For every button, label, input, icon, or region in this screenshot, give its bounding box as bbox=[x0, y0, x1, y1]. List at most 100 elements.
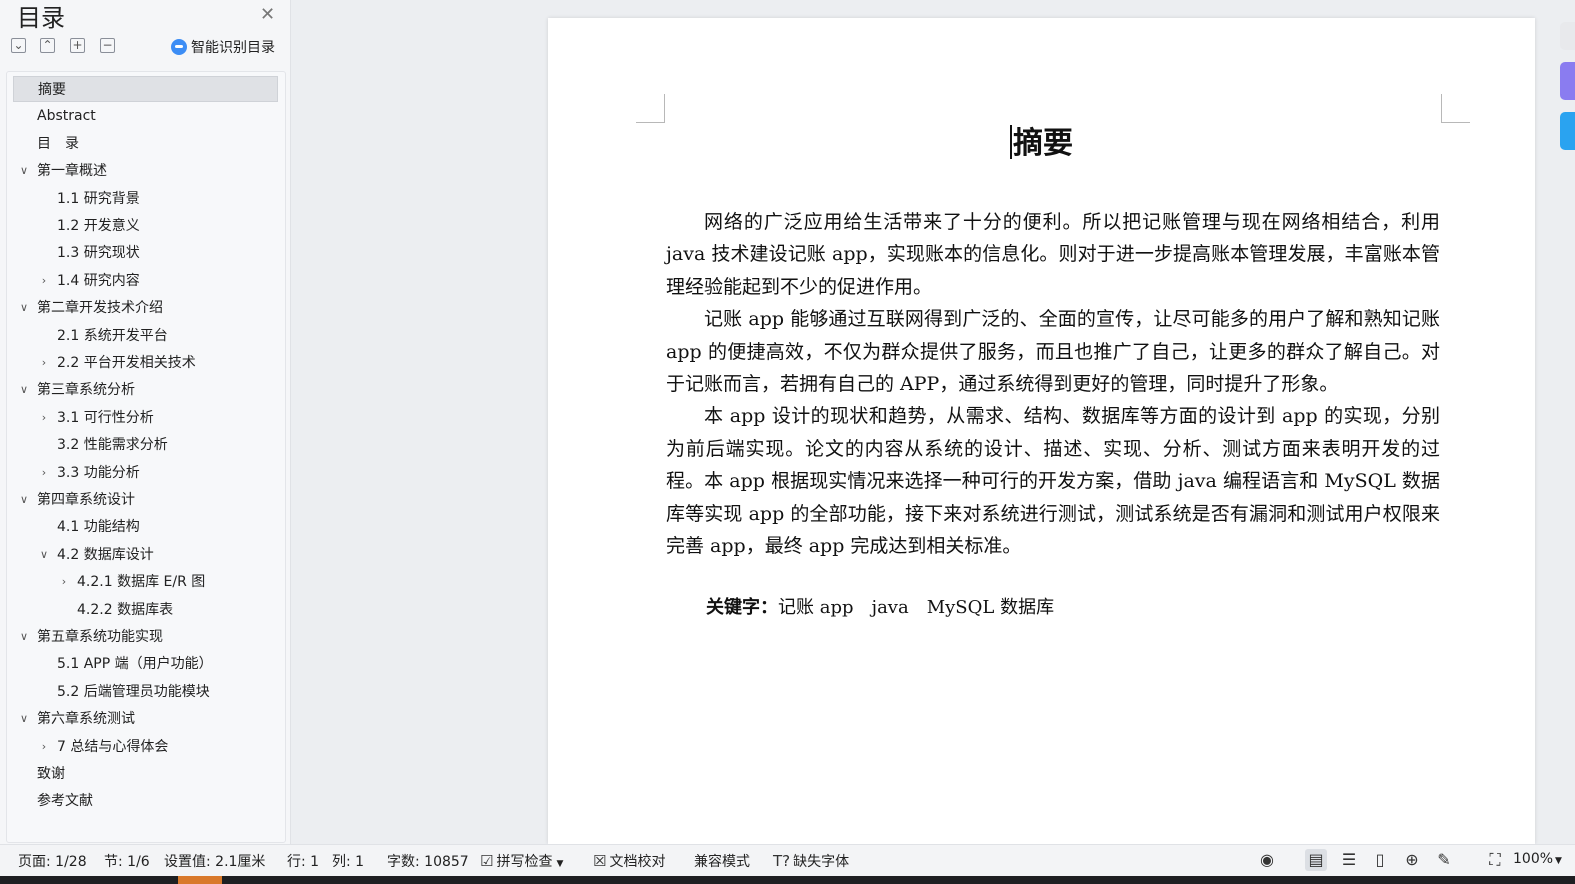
toc-item-label: 7 总结与心得体会 bbox=[57, 738, 169, 755]
toc-item-label: 2.2 平台开发相关技术 bbox=[57, 355, 196, 371]
proofread-button[interactable]: ☒ 文档校对 bbox=[593, 851, 665, 871]
toc-item[interactable]: ∨ 第一章概述 bbox=[13, 158, 278, 184]
page-indicator[interactable]: 页面: 1/28 bbox=[18, 851, 87, 871]
toc-item-label: Abstract bbox=[37, 108, 96, 125]
toc-item[interactable]: ∨ 第五章系统功能实现 bbox=[13, 624, 278, 650]
smart-toc-label: 智能识别目录 bbox=[191, 40, 275, 56]
toc-panel: 目录 ✕ ⌄ ⌃ + − 智能识别目录 摘要 Abstract 目 录 ∨ 第一章概述 1… bbox=[0, 0, 291, 844]
toc-item-label: 5.2 后端管理员功能模块 bbox=[57, 683, 210, 700]
toc-item[interactable]: 1.1 研究背景 bbox=[13, 186, 278, 212]
eye-icon[interactable]: ◉ bbox=[1256, 849, 1278, 871]
spell-check-button[interactable]: ☑ 拼写检查 ▼ bbox=[480, 851, 563, 871]
toc-item[interactable]: 3.2 性能需求分析 bbox=[13, 432, 278, 458]
missing-fonts-label: 缺失字体 bbox=[793, 854, 850, 870]
toc-item-label: 2.1 系统开发平台 bbox=[57, 327, 168, 344]
toc-item[interactable]: 5.2 后端管理员功能模块 bbox=[13, 679, 278, 705]
chevron-right-icon[interactable]: › bbox=[37, 734, 51, 760]
reading-view-icon[interactable]: ▯ bbox=[1369, 849, 1391, 871]
plus-icon[interactable]: + bbox=[70, 38, 85, 53]
close-icon[interactable]: ✕ bbox=[260, 4, 275, 25]
zoom-level-value: 100% bbox=[1513, 851, 1554, 867]
body-paragraph: 本 app 设计的现状和趋势，从需求、结构、数据库等方面的设计到 app 的实现… bbox=[666, 405, 1440, 558]
toc-item-label: 3.3 功能分析 bbox=[57, 464, 140, 481]
toc-item[interactable]: 致谢 bbox=[13, 761, 278, 787]
setting-indicator[interactable]: 设置值: 2.1厘米 bbox=[164, 851, 265, 871]
toc-item[interactable]: 2.1 系统开发平台 bbox=[13, 323, 278, 349]
toc-item-label: 1.4 研究内容 bbox=[57, 272, 140, 289]
chevron-down-icon[interactable]: ∨ bbox=[17, 487, 31, 513]
toc-item[interactable]: ∨ 第六章系统测试 bbox=[13, 706, 278, 732]
chevron-right-icon[interactable]: › bbox=[37, 268, 51, 294]
body-paragraph: 记账 app 能够通过互联网得到广泛的、全面的宣传，让尽可能多的用户了解和熟知记… bbox=[666, 308, 1440, 396]
compat-mode-label[interactable]: 兼容模式 bbox=[694, 851, 750, 871]
pen-icon[interactable]: ✎ bbox=[1433, 849, 1455, 871]
side-tab-purple[interactable] bbox=[1560, 62, 1575, 100]
toc-item[interactable]: › 2.2 平台开发相关技术 bbox=[13, 350, 278, 376]
toc-item-label: 3.1 可行性分析 bbox=[57, 409, 154, 426]
toc-item-label: 第一章概述 bbox=[37, 163, 107, 180]
proofread-label: 文档校对 bbox=[609, 854, 666, 870]
web-view-icon[interactable]: ⊕ bbox=[1401, 849, 1423, 871]
minus-icon[interactable]: − bbox=[100, 38, 115, 53]
chevron-right-icon[interactable]: › bbox=[57, 569, 71, 595]
chevron-down-icon[interactable]: ∨ bbox=[37, 542, 51, 568]
body-paragraph: 网络的广泛应用给生活带来了十分的便利。所以把记账管理与现在网络相结合，利用jav… bbox=[666, 211, 1440, 298]
chevron-right-icon[interactable]: › bbox=[37, 460, 51, 486]
keywords-label: 关键字： bbox=[706, 597, 778, 618]
toc-item[interactable]: ∨ 第四章系统设计 bbox=[13, 487, 278, 513]
toc-item-label: 摘要 bbox=[38, 82, 66, 98]
toc-item[interactable]: Abstract bbox=[13, 103, 278, 129]
chevron-down-icon: ▼ bbox=[1555, 856, 1562, 866]
side-tab-blue[interactable] bbox=[1560, 112, 1575, 150]
chevron-down-icon[interactable]: ∨ bbox=[17, 377, 31, 403]
document-page[interactable]: 摘要 网络的广泛应用给生活带来了十分的便利。所以把记账管理与现在网络相结合，利用… bbox=[548, 18, 1535, 844]
toc-item[interactable]: › 7 总结与心得体会 bbox=[13, 734, 278, 760]
chevron-down-icon[interactable]: ∨ bbox=[17, 706, 31, 732]
row-indicator: 行: 1 bbox=[287, 854, 320, 870]
chevron-down-icon[interactable]: ∨ bbox=[17, 295, 31, 321]
word-count[interactable]: 字数: 10857 bbox=[387, 851, 469, 871]
toc-item-label: 4.1 功能结构 bbox=[57, 519, 140, 536]
chevron-down-icon[interactable]: ∨ bbox=[17, 624, 31, 650]
font-missing-icon: T? bbox=[773, 852, 791, 870]
toc-item[interactable]: 参考文献 bbox=[13, 788, 278, 814]
toc-item[interactable]: ∨ 第二章开发技术介绍 bbox=[13, 295, 278, 321]
expand-all-icon[interactable]: ⌄ bbox=[11, 38, 26, 53]
toc-item[interactable]: 目 录 bbox=[13, 131, 278, 157]
chevron-right-icon[interactable]: › bbox=[37, 405, 51, 431]
zoom-level[interactable]: 100% ▼ bbox=[1513, 851, 1562, 867]
toc-item[interactable]: 4.1 功能结构 bbox=[13, 514, 278, 540]
smart-toc-button[interactable]: 智能识别目录 bbox=[171, 37, 275, 57]
toc-item[interactable]: › 4.2.1 数据库 E/R 图 bbox=[13, 569, 278, 595]
toc-item[interactable]: 5.1 APP 端（用户功能） bbox=[13, 651, 278, 677]
fit-page-icon[interactable]: ⛶ bbox=[1484, 849, 1506, 871]
proofread-icon: ☒ bbox=[593, 852, 607, 870]
toc-item-label: 致谢 bbox=[37, 766, 65, 782]
toc-item-label: 3.2 性能需求分析 bbox=[57, 437, 168, 454]
collapse-all-icon[interactable]: ⌃ bbox=[40, 38, 55, 53]
taskbar-accent bbox=[178, 876, 222, 884]
toc-item[interactable]: › 3.1 可行性分析 bbox=[13, 405, 278, 431]
document-heading: 摘要 bbox=[548, 118, 1535, 162]
toc-item[interactable]: 摘要 bbox=[13, 76, 278, 102]
section-indicator[interactable]: 节: 1/6 bbox=[104, 851, 150, 871]
toc-item[interactable]: 1.2 开发意义 bbox=[13, 213, 278, 239]
page-view-icon[interactable]: ▤ bbox=[1305, 849, 1327, 871]
toc-item[interactable]: 1.3 研究现状 bbox=[13, 240, 278, 266]
toc-item-label: 第四章系统设计 bbox=[37, 492, 135, 508]
toc-item[interactable]: › 1.4 研究内容 bbox=[13, 268, 278, 294]
toc-item[interactable]: ∨ 4.2 数据库设计 bbox=[13, 542, 278, 568]
chevron-down-icon[interactable]: ∨ bbox=[17, 158, 31, 184]
document-body[interactable]: 网络的广泛应用给生活带来了十分的便利。所以把记账管理与现在网络相结合，利用jav… bbox=[666, 206, 1440, 562]
side-panel-toggle[interactable] bbox=[1560, 22, 1575, 50]
missing-fonts-button[interactable]: T? 缺失字体 bbox=[773, 851, 849, 871]
toc-item[interactable]: ∨ 第三章系统分析 bbox=[13, 377, 278, 403]
outline-view-icon[interactable]: ☰ bbox=[1338, 849, 1360, 871]
toc-item[interactable]: 4.2.2 数据库表 bbox=[13, 597, 278, 623]
toc-item-label: 参考文献 bbox=[37, 793, 93, 810]
toc-item-label: 第六章系统测试 bbox=[37, 711, 135, 728]
keywords-value: 记账 app java MySQL 数据库 bbox=[778, 597, 1055, 618]
toc-item-label: 4.2.1 数据库 E/R 图 bbox=[77, 574, 206, 591]
toc-item[interactable]: › 3.3 功能分析 bbox=[13, 460, 278, 486]
chevron-right-icon[interactable]: › bbox=[37, 350, 51, 376]
